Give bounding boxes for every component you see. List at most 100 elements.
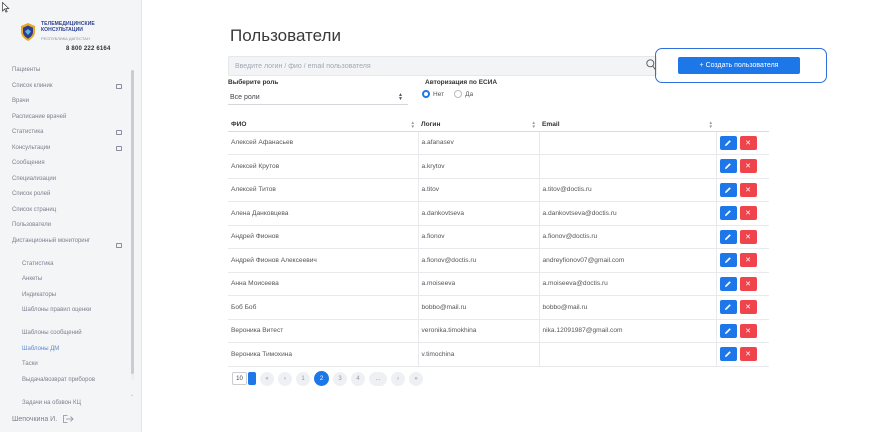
- cell-email: nika.12091987@gmail.com: [539, 319, 717, 343]
- select-arrows-icon: ▲ ▼: [398, 92, 403, 102]
- sidebar-item[interactable]: Сообщения: [0, 156, 128, 172]
- sidebar-item[interactable]: Расписание врачей: [0, 110, 128, 126]
- sidebar-item[interactable]: Выдача/возврат приборов: [0, 373, 128, 396]
- delete-button[interactable]: ✕: [739, 347, 757, 362]
- cell-actions: ✕: [716, 178, 769, 202]
- delete-button[interactable]: ✕: [739, 135, 757, 150]
- sidebar-item[interactable]: Пользователи: [0, 218, 128, 234]
- cell-email: bobbo@mail.ru: [539, 295, 717, 320]
- scroll-down-icon[interactable]: ⌄: [130, 392, 134, 398]
- sidebar-item-label: Дистанционный мониторинг: [12, 237, 91, 244]
- sidebar-item[interactable]: Список клиник: [0, 79, 128, 95]
- table-header-row: ФИО ▲ ▼ Логин ▲ ▼ Email ▲ ▼: [228, 118, 769, 132]
- radio-esia-yes[interactable]: Да: [454, 90, 473, 98]
- folder-icon[interactable]: [116, 130, 122, 135]
- column-header-login[interactable]: Логин ▲ ▼: [418, 118, 539, 132]
- page-button[interactable]: »: [409, 371, 423, 386]
- delete-button[interactable]: ✕: [739, 300, 757, 315]
- logo-text: ТЕЛЕМЕДИЦИНСКИЕ КОНСУЛЬТАЦИИ: [41, 21, 95, 33]
- sidebar-item[interactable]: Врачи: [0, 94, 128, 110]
- sidebar-item[interactable]: Таски: [0, 357, 128, 373]
- delete-button[interactable]: ✕: [739, 323, 757, 338]
- sidebar-item[interactable]: Задачи на обзвон КЦ: [0, 396, 128, 412]
- edit-button[interactable]: [719, 253, 737, 268]
- search-input[interactable]: [228, 56, 657, 76]
- sort-icon[interactable]: ▲ ▼: [532, 120, 536, 128]
- delete-button[interactable]: ✕: [739, 182, 757, 197]
- sidebar-item-label: Шаблоны правил оценки: [22, 307, 92, 313]
- cell-login: a.moiseeva: [418, 272, 540, 296]
- sort-icon[interactable]: ▲ ▼: [709, 120, 713, 128]
- radio-esia-no[interactable]: Нет: [422, 90, 444, 98]
- sidebar-item[interactable]: Шаблоны сообщений: [0, 326, 128, 342]
- cell-email: andreyfionov07@gmail.com: [539, 248, 717, 273]
- cell-actions: ✕: [716, 342, 769, 367]
- role-select[interactable]: Все роли: [228, 90, 408, 105]
- sidebar-item-label: Специализации: [12, 175, 57, 182]
- page-button[interactable]: ›: [391, 371, 405, 386]
- page-size-dropdown-icon[interactable]: [248, 372, 256, 385]
- cell-email: a.moiseeva@doctis.ru: [539, 272, 717, 296]
- delete-button[interactable]: ✕: [739, 229, 757, 244]
- radio-button[interactable]: [454, 90, 463, 98]
- edit-button[interactable]: [719, 206, 737, 221]
- table-row: Алена Данковцева a.dankovtseva a.dankovtse…: [228, 201, 769, 226]
- sidebar-item-label: Статистика: [12, 129, 44, 135]
- cell-fio: Алексей Крутов: [228, 154, 419, 179]
- cell-actions: ✕: [716, 319, 769, 343]
- delete-button[interactable]: ✕: [739, 276, 757, 291]
- delete-button[interactable]: ✕: [739, 206, 757, 221]
- pencil-icon: [725, 210, 731, 217]
- sidebar-item[interactable]: Список ролей: [0, 187, 128, 203]
- radio-button[interactable]: [422, 90, 430, 98]
- sidebar-item[interactable]: Консультации: [0, 141, 128, 157]
- sidebar-scrollbar-thumb[interactable]: [131, 70, 134, 374]
- user-name[interactable]: Шепочкина И.: [12, 416, 57, 423]
- sidebar-item[interactable]: Статистика: [0, 125, 128, 141]
- edit-button[interactable]: [719, 276, 737, 291]
- sidebar-item[interactable]: Индикаторы: [0, 288, 128, 304]
- logo[interactable]: ТЕЛЕМЕДИЦИНСКИЕ КОНСУЛЬТАЦИИ РЕСПУБЛИКА …: [18, 21, 128, 44]
- cell-actions: ✕: [716, 225, 769, 249]
- logo-subtitle: РЕСПУБЛИКА ДАГЕСТАН: [41, 36, 90, 41]
- delete-button[interactable]: ✕: [739, 253, 757, 268]
- sidebar-item[interactable]: Шаблоны правил оценки: [0, 303, 128, 326]
- edit-button[interactable]: [719, 347, 737, 362]
- sidebar-item[interactable]: Специализации: [0, 172, 128, 188]
- edit-button[interactable]: [719, 323, 737, 338]
- cell-fio: Вероника Витест: [228, 319, 419, 343]
- pencil-icon: [725, 304, 731, 311]
- page-size-select[interactable]: 10: [232, 372, 247, 385]
- create-user-button[interactable]: + Создать пользователя: [678, 57, 800, 74]
- sort-icon[interactable]: ▲ ▼: [411, 120, 415, 128]
- cell-actions: ✕: [716, 131, 769, 155]
- sidebar-item[interactable]: Статистика: [0, 257, 128, 273]
- folder-icon[interactable]: [116, 145, 122, 151]
- close-icon: ✕: [745, 257, 751, 265]
- page-button[interactable]: 3: [333, 371, 347, 386]
- edit-button[interactable]: [719, 135, 737, 150]
- column-header-fio[interactable]: ФИО ▲ ▼: [228, 118, 418, 132]
- sidebar-item[interactable]: Шаблоны ДМ: [0, 342, 128, 358]
- close-icon: ✕: [745, 233, 751, 241]
- delete-button[interactable]: ✕: [739, 159, 757, 174]
- edit-button[interactable]: [719, 229, 737, 244]
- folder-icon[interactable]: [116, 83, 122, 89]
- page-button[interactable]: ...: [369, 371, 387, 386]
- page-button[interactable]: «: [260, 371, 274, 386]
- edit-button[interactable]: [719, 159, 737, 174]
- edit-button[interactable]: [719, 182, 737, 197]
- column-header-email[interactable]: Email ▲ ▼: [539, 118, 716, 132]
- folder-icon[interactable]: [116, 242, 122, 248]
- table-row: Боб Боб bobbo@mail.ru bobbo@mail.ru ✕: [228, 295, 769, 320]
- page-button[interactable]: 2: [314, 371, 329, 386]
- edit-button[interactable]: [719, 300, 737, 315]
- page-button[interactable]: ‹: [278, 371, 292, 386]
- sidebar-item[interactable]: Пациенты: [0, 63, 128, 79]
- sidebar-item[interactable]: Дистанционный мониторинг: [0, 234, 128, 257]
- page-button[interactable]: 1: [296, 371, 310, 386]
- logout-icon[interactable]: [63, 415, 74, 423]
- sidebar-item[interactable]: Список страниц: [0, 203, 128, 219]
- sidebar-item[interactable]: Анкеты: [0, 272, 128, 288]
- page-button[interactable]: 4: [351, 371, 365, 386]
